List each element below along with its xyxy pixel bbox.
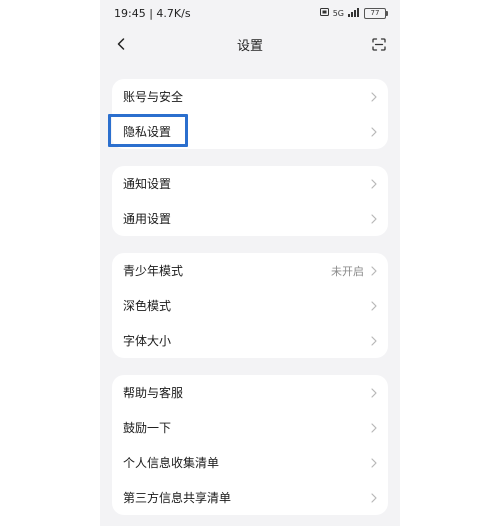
row-general-settings[interactable]: 通用设置	[112, 201, 388, 236]
scan-button[interactable]	[368, 33, 390, 55]
chevron-right-icon	[370, 91, 378, 102]
nav-bar: 设置	[100, 26, 400, 62]
row-encourage[interactable]: 鼓励一下	[112, 410, 388, 445]
battery-level: 77	[370, 9, 380, 17]
row-privacy-settings[interactable]: 隐私设置	[112, 114, 388, 149]
row-personal-info-list[interactable]: 个人信息收集清单	[112, 445, 388, 480]
row-account-security[interactable]: 账号与安全	[112, 79, 388, 114]
chevron-right-icon	[370, 422, 378, 433]
chevron-right-icon	[370, 335, 378, 346]
row-label: 鼓励一下	[123, 421, 172, 435]
row-label: 第三方信息共享清单	[123, 491, 232, 505]
row-third-party-sharing-list[interactable]: 第三方信息共享清单	[112, 480, 388, 515]
row-label: 账号与安全	[123, 90, 184, 104]
row-notification-settings[interactable]: 通知设置	[112, 166, 388, 201]
chevron-right-icon	[370, 213, 378, 224]
row-dark-mode[interactable]: 深色模式	[112, 288, 388, 323]
chevron-right-icon	[370, 492, 378, 503]
chevron-right-icon	[370, 178, 378, 189]
row-font-size[interactable]: 字体大小	[112, 323, 388, 358]
back-button[interactable]	[110, 33, 132, 55]
settings-group-display: 青少年模式 未开启 深色模式 字体大小	[112, 253, 388, 358]
row-label: 深色模式	[123, 299, 172, 313]
settings-group-general: 通知设置 通用设置	[112, 166, 388, 236]
row-label: 字体大小	[123, 334, 172, 348]
status-time-speed: 19:45 | 4.7K/s	[114, 6, 191, 20]
chevron-left-icon	[117, 38, 125, 50]
page-title: 设置	[236, 38, 263, 54]
row-help-support[interactable]: 帮助与客服	[112, 375, 388, 410]
scan-icon	[372, 37, 386, 51]
row-label: 隐私设置	[123, 125, 172, 139]
row-label: 青少年模式	[123, 264, 184, 278]
chevron-right-icon	[370, 457, 378, 468]
chevron-right-icon	[370, 300, 378, 311]
row-label: 帮助与客服	[123, 386, 184, 400]
status-icons: 5G 77	[319, 7, 388, 20]
battery-icon: 77	[364, 7, 388, 19]
status-bar: 19:45 | 4.7K/s 5G 77	[100, 0, 400, 26]
sim-icon	[319, 8, 329, 18]
row-label: 通用设置	[123, 212, 172, 226]
settings-group-account: 账号与安全 隐私设置	[112, 79, 388, 149]
signal-icon	[348, 7, 360, 20]
row-label: 通知设置	[123, 177, 172, 191]
chevron-right-icon	[370, 265, 378, 276]
settings-screen: 19:45 | 4.7K/s 5G 77 设置 账号与安全 隐私设置 通知设置 …	[100, 0, 400, 526]
teen-mode-status: 未开启	[331, 264, 364, 278]
row-label: 个人信息收集清单	[123, 456, 220, 470]
chevron-right-icon	[370, 126, 378, 137]
settings-group-support: 帮助与客服 鼓励一下 个人信息收集清单 第三方信息共享清单	[112, 375, 388, 515]
network-label: 5G	[332, 8, 344, 18]
row-teen-mode[interactable]: 青少年模式 未开启	[112, 253, 388, 288]
chevron-right-icon	[370, 387, 378, 398]
